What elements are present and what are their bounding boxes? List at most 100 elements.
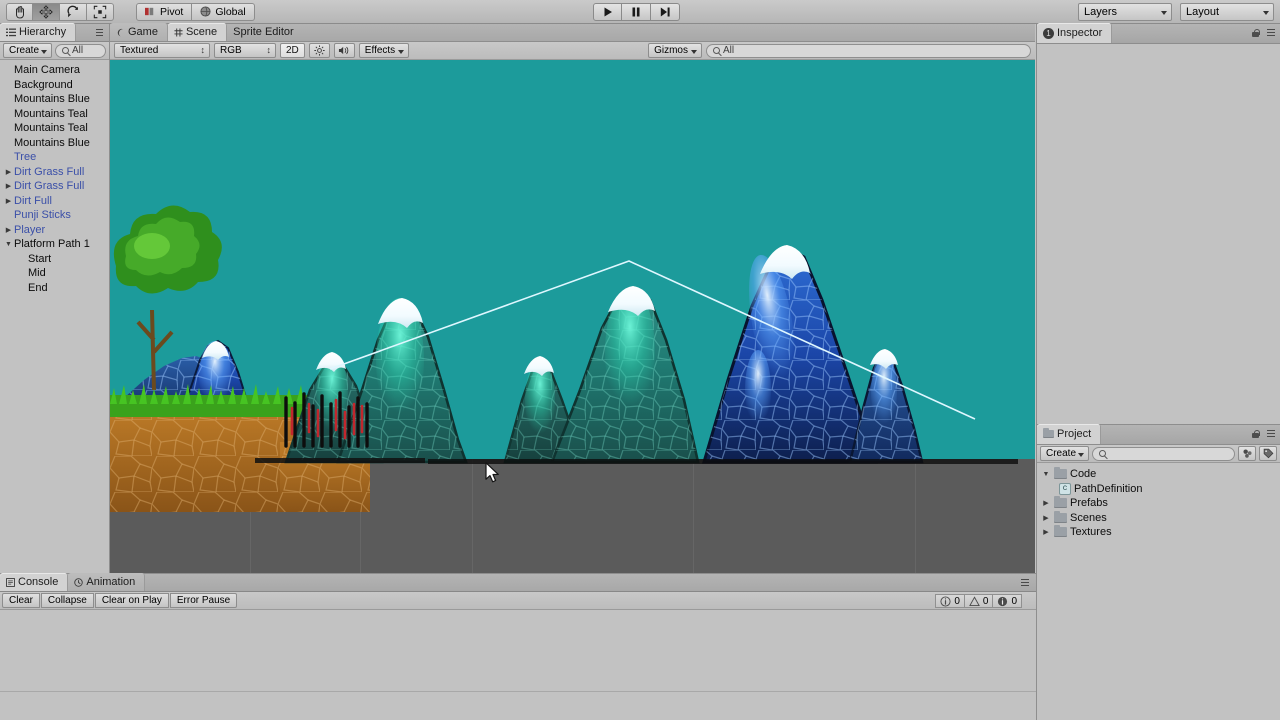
scene-viewport[interactable]	[110, 60, 1035, 573]
pivot-mode-group: Pivot Global	[136, 2, 255, 21]
effects-dropdown[interactable]: Effects	[358, 43, 410, 58]
rotate-tool-button[interactable]	[60, 2, 87, 21]
pause-button[interactable]	[622, 3, 651, 21]
chevron-right-icon[interactable]: ▶	[3, 226, 14, 234]
warning-count-toggle[interactable]: 0	[964, 594, 994, 608]
inspector-menu-icon[interactable]	[1265, 29, 1276, 37]
hierarchy-tree[interactable]: Main Camera Background Mountains Blue Mount…	[0, 60, 109, 573]
hierarchy-search-input[interactable]: All	[55, 43, 106, 58]
play-button[interactable]	[593, 3, 622, 21]
console-error-pause-button[interactable]: Error Pause	[169, 593, 238, 608]
draw-mode-dropdown[interactable]: Textured	[114, 43, 210, 58]
hierarchy-item[interactable]: Mountains Blue	[0, 92, 109, 107]
project-item-label: Scenes	[1070, 511, 1107, 524]
chevron-right-icon[interactable]: ▶	[1041, 514, 1051, 522]
pivot-toggle[interactable]: Pivot	[136, 2, 193, 21]
global-toggle[interactable]: Global	[192, 2, 255, 21]
hierarchy-create-button[interactable]: Create	[3, 43, 53, 58]
filter-type-icon	[1242, 449, 1252, 458]
step-button[interactable]	[651, 3, 680, 21]
hierarchy-item[interactable]: Mountains Teal	[0, 121, 109, 136]
2d-toggle-button[interactable]: 2D	[280, 43, 305, 58]
project-item[interactable]: ▶ Scenes	[1037, 510, 1280, 526]
inspector-tab-label: Inspector	[1057, 27, 1103, 39]
search-icon	[713, 47, 720, 54]
project-item[interactable]: ▼ Code	[1037, 467, 1280, 482]
tab-inspector[interactable]: 1 Inspector	[1037, 23, 1113, 43]
tab-game[interactable]: Game	[110, 23, 168, 41]
project-create-button[interactable]: Create	[1040, 446, 1090, 461]
chevron-right-icon[interactable]: ▶	[1041, 499, 1051, 507]
filter-by-label-button[interactable]	[1259, 446, 1277, 461]
chevron-down-icon[interactable]: ▼	[1041, 471, 1051, 478]
hierarchy-item[interactable]: Start	[0, 252, 109, 267]
console-log-area[interactable]	[0, 610, 1036, 692]
layout-dropdown[interactable]: Layout	[1180, 3, 1274, 21]
hierarchy-item[interactable]: Tree	[0, 150, 109, 165]
project-tree[interactable]: ▼ Code c PathDefinition ▶ Prefabs ▶ Scenes ▶ Text…	[1037, 463, 1280, 720]
chevron-right-icon[interactable]: ▶	[1041, 528, 1051, 536]
log-count: 0	[954, 595, 960, 607]
hierarchy-item[interactable]: ▶ Dirt Grass Full	[0, 179, 109, 194]
hierarchy-menu-icon[interactable]	[94, 29, 105, 37]
lock-icon[interactable]	[1251, 28, 1260, 38]
color-mode-dropdown[interactable]: RGB	[214, 43, 276, 58]
project-item-label: PathDefinition	[1074, 482, 1143, 495]
toolbar-right-group: Layers Layout	[1078, 3, 1274, 21]
hierarchy-item[interactable]: Mountains Blue	[0, 136, 109, 151]
hierarchy-item[interactable]: ▶ Dirt Grass Full	[0, 165, 109, 180]
project-item[interactable]: c PathDefinition	[1037, 482, 1280, 497]
hierarchy-item-label: Mountains Blue	[14, 136, 90, 149]
project-search-input[interactable]	[1092, 446, 1235, 461]
tab-scene[interactable]: Scene	[167, 23, 228, 41]
inspector-tab-tools	[1251, 28, 1276, 38]
lock-icon[interactable]	[1251, 429, 1260, 439]
chevron-down-icon[interactable]: ▼	[3, 241, 14, 248]
console-detail-area	[0, 692, 1036, 720]
hierarchy-item[interactable]: Mid	[0, 266, 109, 281]
move-tool-button[interactable]	[33, 2, 60, 21]
project-item-label: Textures	[1070, 526, 1112, 539]
hierarchy-item[interactable]: End	[0, 281, 109, 296]
gizmos-dropdown[interactable]: Gizmos	[648, 43, 702, 58]
layers-dropdown[interactable]: Layers	[1078, 3, 1172, 21]
project-menu-icon[interactable]	[1265, 430, 1276, 438]
hierarchy-item[interactable]: Main Camera	[0, 63, 109, 78]
filter-by-type-button[interactable]	[1238, 446, 1256, 461]
tab-project[interactable]: Project	[1037, 424, 1102, 444]
error-count-toggle[interactable]: 0	[993, 594, 1022, 608]
console-collapse-button[interactable]: Collapse	[40, 593, 94, 608]
lighting-toggle-button[interactable]	[308, 43, 330, 58]
hierarchy-item[interactable]: Background	[0, 78, 109, 93]
console-clear-button[interactable]: Clear	[2, 593, 40, 608]
tab-hierarchy[interactable]: Hierarchy	[0, 23, 77, 41]
scene-search-input[interactable]: All	[706, 43, 1031, 58]
tab-console[interactable]: Console	[0, 573, 69, 591]
hierarchy-item[interactable]: ▼ Platform Path 1	[0, 237, 109, 252]
project-item[interactable]: ▶ Prefabs	[1037, 496, 1280, 511]
log-count-toggle[interactable]: 0	[935, 594, 965, 608]
scale-tool-button[interactable]	[87, 2, 114, 21]
error-icon	[998, 596, 1008, 606]
project-item[interactable]: ▶ Textures	[1037, 525, 1280, 540]
hand-tool-button[interactable]	[6, 2, 33, 21]
hierarchy-item-label: Mountains Blue	[14, 93, 90, 106]
hierarchy-item[interactable]: ▶ Dirt Full	[0, 194, 109, 209]
console-menu-icon[interactable]	[1019, 579, 1030, 587]
hierarchy-item[interactable]: ▶ Player	[0, 223, 109, 238]
search-icon	[1099, 450, 1107, 457]
console-clear-on-play-button[interactable]: Clear on Play	[94, 593, 169, 608]
hierarchy-item[interactable]: Punji Sticks	[0, 208, 109, 223]
hierarchy-item[interactable]: Mountains Teal	[0, 107, 109, 122]
console-collapse-label: Collapse	[47, 595, 87, 606]
audio-toggle-button[interactable]	[333, 43, 355, 58]
chevron-right-icon[interactable]: ▶	[3, 168, 14, 176]
hierarchy-tabstrip: Hierarchy	[0, 23, 109, 42]
project-item-label: Code	[1070, 468, 1097, 481]
chevron-right-icon[interactable]: ▶	[3, 182, 14, 190]
hierarchy-item-label: Background	[14, 78, 73, 91]
tab-animation[interactable]: Animation	[68, 573, 146, 591]
chevron-right-icon[interactable]: ▶	[3, 197, 14, 205]
tab-sprite-editor[interactable]: Sprite Editor	[227, 23, 303, 41]
pivot-label: Pivot	[160, 5, 184, 18]
